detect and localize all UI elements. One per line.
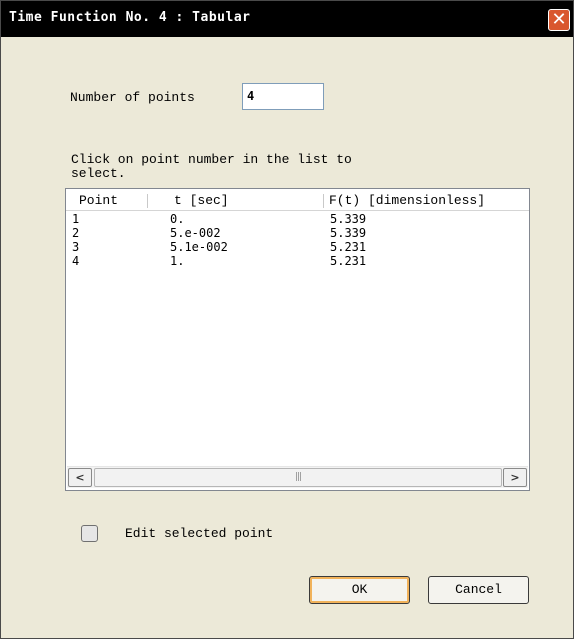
cell-ft: 5.231 (330, 240, 367, 254)
column-header-point[interactable]: Point (79, 193, 118, 208)
cell-point: 4 (72, 254, 80, 268)
grip-icon: ||| (294, 472, 302, 482)
ok-button[interactable]: OK (309, 576, 410, 604)
close-icon: ✕ (551, 9, 567, 30)
horizontal-scrollbar[interactable]: < ||| > (67, 466, 528, 488)
cell-t: 5.e-002 (170, 226, 221, 240)
cell-t: 1. (170, 254, 185, 268)
close-button[interactable]: ✕ (548, 9, 570, 31)
cancel-button[interactable]: Cancel (428, 576, 529, 604)
list-item[interactable]: 2 5.e-002 5.339 (66, 226, 529, 240)
instruction-line-1: Click on point number in the list to (71, 152, 352, 167)
cell-point: 2 (72, 226, 80, 240)
scroll-right-button[interactable]: > (503, 468, 527, 487)
instruction-line-2: select. (71, 166, 126, 181)
window-title: Time Function No. 4 : Tabular (9, 10, 251, 25)
scrollbar-thumb[interactable]: ||| (94, 468, 502, 487)
list-item[interactable]: 3 5.1e-002 5.231 (66, 240, 529, 254)
cell-ft: 5.339 (330, 226, 367, 240)
title-bar[interactable]: Time Function No. 4 : Tabular ✕ (1, 1, 573, 37)
list-item[interactable]: 1 0. 5.339 (66, 212, 529, 226)
points-list[interactable]: Point t [sec] F(t) [dimensionless] 1 0. … (65, 188, 530, 491)
dialog-window: Time Function No. 4 : Tabular ✕ Number o… (0, 0, 574, 639)
list-header: Point t [sec] F(t) [dimensionless] (66, 189, 529, 211)
column-separator[interactable] (323, 194, 324, 208)
number-of-points-input[interactable]: 4 (242, 83, 324, 110)
scroll-left-button[interactable]: < (68, 468, 92, 487)
cell-t: 0. (170, 212, 185, 226)
column-separator[interactable] (147, 194, 148, 208)
edit-selected-point-checkbox[interactable] (81, 525, 98, 542)
edit-selected-point-label[interactable]: Edit selected point (125, 526, 273, 541)
cell-point: 3 (72, 240, 80, 254)
cell-ft: 5.231 (330, 254, 367, 268)
column-header-t[interactable]: t [sec] (174, 193, 229, 208)
column-header-ft[interactable]: F(t) [dimensionless] (329, 193, 485, 208)
list-item[interactable]: 4 1. 5.231 (66, 254, 529, 268)
cell-t: 5.1e-002 (170, 240, 228, 254)
cell-point: 1 (72, 212, 80, 226)
scroll-left-arrow-icon: < (75, 471, 85, 484)
number-of-points-label: Number of points (70, 90, 195, 105)
scroll-right-arrow-icon: > (510, 471, 520, 484)
cell-ft: 5.339 (330, 212, 367, 226)
